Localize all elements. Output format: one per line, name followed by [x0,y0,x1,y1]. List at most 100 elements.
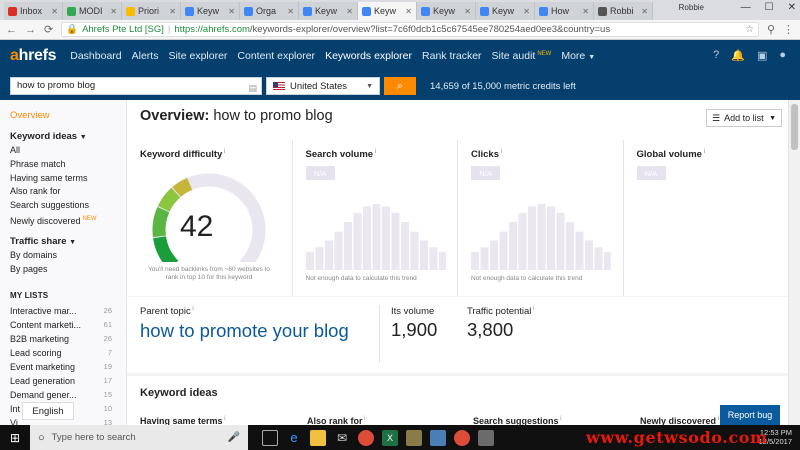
language-selector[interactable]: English [22,402,74,420]
sidebar-item-also-rank-for[interactable]: Also rank for [10,186,126,196]
list-item[interactable]: Demand gener... 15 [10,390,126,400]
chrome-icon[interactable] [454,429,470,446]
nav-more[interactable]: More ▼ [561,50,595,62]
file-explorer-icon[interactable] [310,429,326,446]
tab-label: Keyw [492,6,515,16]
tab-close-icon[interactable]: ✕ [582,7,589,16]
nav-content-explorer[interactable]: Content explorer [237,50,315,62]
excel-icon[interactable]: X [382,429,398,446]
sidebar-item-having-same-terms[interactable]: Having same terms [10,173,126,183]
sidebar-heading-traffic-share[interactable]: Traffic share ▼ [10,236,126,247]
tab-close-icon[interactable]: ✕ [405,7,412,16]
edge-icon[interactable]: e [286,430,302,446]
list-item[interactable]: Event marketing 19 [10,362,126,372]
upload-list-icon[interactable]: ▤ [248,80,257,96]
tab-close-icon[interactable]: ✕ [523,7,530,16]
sidebar-item-by-domains[interactable]: By domains [10,250,126,260]
scrollbar-thumb[interactable] [791,104,798,150]
minimize-icon[interactable]: — [741,2,751,13]
chrome-icon[interactable] [358,429,374,446]
nav-site-audit[interactable]: Site audit NEW [492,50,552,62]
microphone-icon[interactable]: 🎤 [228,432,240,443]
report-bug-button[interactable]: Report bug [720,405,780,425]
sidebar-heading-keyword-ideas[interactable]: Keyword ideas ▼ [10,131,126,142]
bookmark-star-icon[interactable]: ☆ [745,24,754,35]
metric-cards: Keyword difficulty i 42 You'll need back… [127,140,788,296]
app-icon[interactable] [406,429,422,446]
add-to-list-button[interactable]: ☰ Add to list ▼ [706,109,782,127]
list-item[interactable]: Content marketi... 61 [10,320,126,330]
nav-rank-tracker[interactable]: Rank tracker [422,50,482,62]
tab-close-icon[interactable]: ✕ [228,7,235,16]
taskbar-apps: e ✉ X [262,429,494,446]
maximize-icon[interactable]: ☐ [765,2,774,13]
tab-close-icon[interactable]: ✕ [464,7,471,16]
placeholder-bar [547,206,555,270]
browser-tab[interactable]: Keyw ✕ [299,2,358,20]
its-volume-value: 1,900 [391,319,438,340]
browser-tab[interactable]: Robbi ✕ [594,2,653,20]
tab-close-icon[interactable]: ✕ [110,7,117,16]
search-icon: ⌕ [396,79,404,92]
info-icon: i [499,149,502,155]
nav-alerts[interactable]: Alerts [132,50,159,62]
nav-keywords-explorer[interactable]: Keywords explorer [325,50,412,62]
placeholder-bar [528,206,536,270]
notification-bell-icon[interactable]: 🔔 [731,49,745,62]
browser-tab[interactable]: Keyw ✕ [417,2,476,20]
tab-close-icon[interactable]: ✕ [287,7,294,16]
tab-close-icon[interactable]: ✕ [346,7,353,16]
help-icon[interactable]: ? [713,49,719,62]
list-item[interactable]: Interactive mar... 26 [10,306,126,316]
tab-close-icon[interactable]: ✕ [169,7,176,16]
list-item[interactable]: Lead scoring 7 [10,348,126,358]
extension-icon[interactable]: ⚲ [767,23,775,36]
sidebar-item-all[interactable]: All [10,145,126,155]
reload-icon[interactable]: ⟳ [44,23,53,36]
page-scrollbar[interactable] [788,100,800,425]
taskbar-search-input[interactable]: ○ Type here to search 🎤 [30,425,248,450]
close-window-icon[interactable]: ✕ [788,2,796,13]
country-select[interactable]: United States ▼ [266,77,380,95]
browser-tab[interactable]: MODI ✕ [63,2,122,20]
browser-tab[interactable]: Orga ✕ [240,2,299,20]
nav-site-explorer[interactable]: Site explorer [168,50,227,62]
na-badge: N/A [471,166,500,180]
tab-close-icon[interactable]: ✕ [641,7,648,16]
browser-tab[interactable]: Keyw ✕ [476,2,535,20]
browser-tab[interactable]: Inbox ✕ [4,2,63,20]
account-icon[interactable]: ● [779,49,786,62]
browser-profile-name[interactable]: Robbie [679,3,704,12]
forward-icon[interactable]: → [25,24,36,36]
chrome-menu-icon[interactable]: ⋮ [783,23,794,36]
browser-tab[interactable]: Keyw ✕ [181,2,240,20]
browser-tab[interactable]: How ✕ [535,2,594,20]
tab-close-icon[interactable]: ✕ [51,7,58,16]
parent-topic-link[interactable]: how to promote your blog [140,319,375,342]
search-button[interactable]: ⌕ [384,77,416,95]
browser-tab[interactable]: Priori ✕ [122,2,181,20]
placeholder-bar [419,240,428,270]
task-view-icon[interactable] [262,429,278,446]
sidebar-item-phrase-match[interactable]: Phrase match [10,159,126,169]
ahrefs-logo[interactable]: ahrefs [10,47,57,65]
browser-tab[interactable]: Keyw ✕ [358,2,417,20]
sidebar-item-newly-discovered[interactable]: Newly discovered NEW [10,214,126,226]
sidebar-item-search-suggestions[interactable]: Search suggestions [10,200,126,210]
app-icon[interactable] [430,429,446,446]
back-icon[interactable]: ← [6,24,17,36]
mail-icon[interactable]: ✉ [334,430,350,446]
url-input[interactable]: 🔒 Ahrefs Pte Ltd [SG] | https://ahrefs.c… [61,22,759,37]
windows-start-icon[interactable]: ⊞ [0,431,30,445]
keyword-difficulty-note: You'll need backlinks from ~60 websites … [148,266,270,281]
keyword-input[interactable]: how to promo blog ▤ [10,77,262,95]
placeholder-bar [480,247,489,270]
sidebar-item-overview[interactable]: Overview [10,110,126,121]
tab-favicon-icon [67,6,76,16]
nav-dashboard[interactable]: Dashboard [70,50,121,62]
chat-icon[interactable]: ▣ [757,49,767,62]
snipping-tool-icon[interactable] [478,429,494,446]
list-item[interactable]: Lead generation 17 [10,376,126,386]
list-item[interactable]: B2B marketing 26 [10,334,126,344]
sidebar-item-by-pages[interactable]: By pages [10,264,126,274]
